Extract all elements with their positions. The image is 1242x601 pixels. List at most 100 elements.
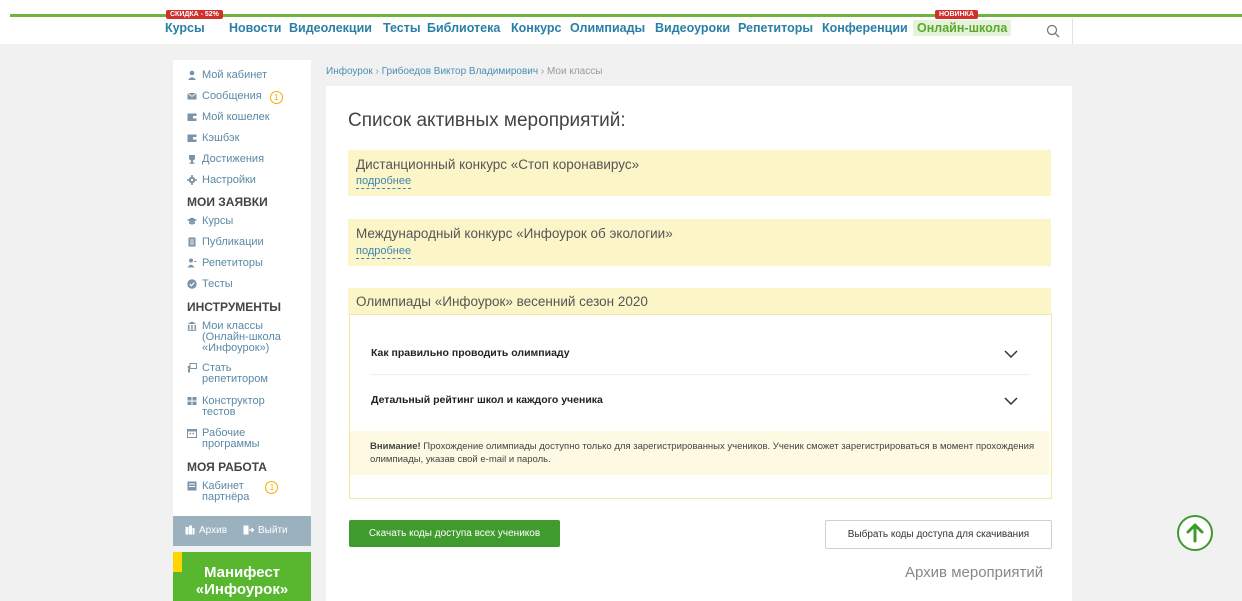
events-archive-link[interactable]: Архив мероприятий: [905, 564, 1043, 581]
messages-count-badge: 1: [269, 91, 283, 104]
archive-link[interactable]: Архив: [199, 525, 227, 536]
sidebar-item-cashback[interactable]: Кэшбэк: [187, 133, 239, 144]
event-card-stop-coronavirus: Дистанционный конкурс «Стоп коронавирус»…: [348, 150, 1051, 196]
sidebar-item-label: Конструктор тестов: [202, 395, 265, 418]
envelope-icon: [187, 92, 197, 100]
user-icon: [188, 70, 196, 80]
sidebar-item-partner-cabinet[interactable]: Кабинет партнёра 1: [187, 480, 279, 503]
event-card-ecology: Международный конкурс «Инфоурок об эколо…: [348, 219, 1051, 266]
wallet-icon: [187, 134, 197, 142]
sidebar-item-tutors[interactable]: Репетиторы: [187, 258, 263, 269]
classroom-icon: [187, 321, 197, 331]
nav-conferences[interactable]: Конференции: [822, 21, 908, 35]
breadcrumb-separator: ›: [372, 66, 382, 77]
manifest-line1: Манифест: [203, 564, 281, 581]
nav-tutors[interactable]: Репетиторы: [738, 21, 813, 35]
scroll-to-top-button[interactable]: [1177, 515, 1213, 551]
nav-videolessons[interactable]: Видеоуроки: [655, 21, 730, 35]
sidebar-item-wallet[interactable]: Мой кошелек: [187, 112, 270, 123]
gear-icon: [187, 175, 197, 185]
sidebar-item-test-builder[interactable]: Конструктор тестов: [187, 396, 265, 418]
sidebar-item-cabinet[interactable]: Мой кабинет: [187, 70, 267, 81]
nav-courses[interactable]: Курсы: [165, 21, 205, 35]
event-name: Олимпиады «Инфоурок» весенний сезон 2020: [356, 294, 648, 309]
document-icon: [188, 237, 196, 247]
sidebar-item-label: Тесты: [202, 278, 233, 290]
search-icon[interactable]: [1046, 24, 1060, 38]
tutor-icon: [187, 258, 197, 268]
sidebar: Мой кабинет Сообщения 1 Мой кошелек Кэшб…: [173, 60, 311, 545]
new-badge: новинка: [935, 10, 978, 19]
page-title: Список активных мероприятий:: [348, 110, 626, 131]
breadcrumb-current: Мои классы: [546, 66, 603, 77]
logout-link[interactable]: Выйти: [258, 525, 288, 536]
sidebar-item-label: Мои классы (Онлайн-школа «Инфоурок»): [202, 320, 281, 354]
choose-codes-button[interactable]: Выбрать коды доступа для скачивания: [825, 520, 1052, 549]
accordion-detailed-rating[interactable]: Детальный рейтинг школ и каждого ученика: [371, 394, 603, 406]
manifest-banner[interactable]: Манифест «Инфоурок»: [173, 552, 311, 601]
breadcrumb-home[interactable]: Инфоурок: [326, 66, 373, 77]
sidebar-item-messages[interactable]: Сообщения 1: [187, 91, 283, 104]
accordion-how-to-conduct[interactable]: Как правильно проводить олимпиаду: [371, 347, 570, 359]
chevron-down-icon[interactable]: [1004, 350, 1018, 359]
archive-icon: [185, 525, 195, 535]
section-tools: ИНСТРУМЕНТЫ: [187, 300, 282, 314]
sidebar-item-tests[interactable]: Тесты: [187, 279, 233, 290]
nav-news[interactable]: Новости: [229, 21, 281, 35]
sidebar-item-label: Мой кошелек: [202, 111, 270, 123]
nav-library[interactable]: Библиотека: [427, 21, 500, 35]
check-circle-icon: [187, 279, 197, 289]
partner-icon: [187, 481, 197, 491]
section-my-requests: МОИ ЗАЯВКИ: [187, 195, 268, 209]
sidebar-item-label: Настройки: [202, 174, 256, 186]
warning-text: Прохождение олимпиады доступно только дл…: [370, 441, 1035, 465]
accordion-divider: [371, 374, 1029, 375]
sidebar-item-label: Кабинет партнёра: [202, 480, 250, 503]
nav-tests[interactable]: Тесты: [383, 21, 421, 35]
event-more-link[interactable]: подробнее: [356, 175, 412, 189]
nav-contest[interactable]: Конкурс: [511, 21, 561, 35]
nav-olympiads[interactable]: Олимпиады: [570, 21, 645, 35]
breadcrumb-separator: ›: [538, 66, 547, 77]
section-my-work: МОЯ РАБОТА: [187, 460, 267, 474]
grid-icon: [187, 397, 197, 405]
graduation-cap-icon: [187, 217, 197, 225]
sidebar-item-courses[interactable]: Курсы: [187, 216, 233, 227]
wallet-icon: [187, 113, 197, 121]
sidebar-item-work-programs[interactable]: Рабочие программы: [187, 428, 259, 450]
sidebar-item-my-classes[interactable]: Мои классы (Онлайн-школа «Инфоурок»): [187, 321, 281, 354]
manifest-line2: «Инфоурок»: [195, 581, 289, 598]
sidebar-item-label: Стать репетитором: [202, 362, 268, 385]
board-icon: [187, 363, 197, 373]
sidebar-item-settings[interactable]: Настройки: [187, 175, 256, 186]
chevron-down-icon[interactable]: [1004, 397, 1018, 406]
event-name: Дистанционный конкурс «Стоп коронавирус»: [356, 157, 640, 172]
sidebar-item-label: Курсы: [202, 215, 234, 227]
sidebar-item-label: Достижения: [202, 153, 265, 165]
sidebar-item-label: Мой кабинет: [202, 69, 268, 81]
sidebar-item-achievements[interactable]: Достижения: [187, 154, 264, 165]
nav-videolectures[interactable]: Видеолекции: [289, 21, 372, 35]
sidebar-item-become-tutor[interactable]: Стать репетитором: [187, 363, 268, 385]
logout-icon: [243, 525, 254, 535]
breadcrumb: Инфоурок › Грибоедов Виктор Владимирович…: [326, 66, 602, 77]
sidebar-item-publications[interactable]: Публикации: [187, 237, 264, 248]
arrow-up-icon: [1186, 523, 1204, 543]
sidebar-item-label: Рабочие программы: [202, 427, 260, 450]
sidebar-item-label: Репетиторы: [202, 257, 263, 269]
nav-online-school[interactable]: Онлайн-школа: [913, 20, 1012, 36]
download-all-codes-button[interactable]: Скачать коды доступа всех учеников: [349, 520, 560, 547]
warning-label: Внимание!: [370, 441, 421, 452]
event-card-olympiads: Олимпиады «Инфоурок» весенний сезон 2020: [348, 288, 1051, 314]
registration-warning: Внимание! Прохождение олимпиады доступно…: [350, 431, 1049, 475]
breadcrumb-person[interactable]: Грибоедов Виктор Владимирович: [382, 66, 538, 77]
sidebar-footer: Архив Выйти: [173, 516, 311, 546]
sidebar-item-label: Кэшбэк: [202, 132, 240, 144]
event-name: Международный конкурс «Инфоурок об эколо…: [356, 226, 673, 241]
event-more-link[interactable]: подробнее: [356, 245, 412, 259]
discount-badge: скидка - 52%: [166, 10, 223, 19]
calendar-icon: [187, 429, 197, 438]
sidebar-item-label: Публикации: [202, 236, 264, 248]
partner-count-badge: 1: [265, 481, 279, 494]
trophy-icon: [189, 155, 195, 164]
